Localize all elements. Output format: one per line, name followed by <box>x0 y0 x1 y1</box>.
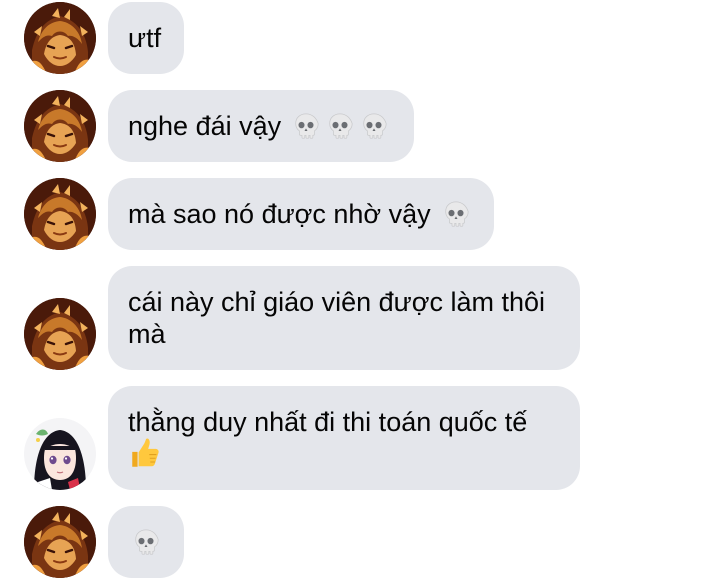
message-bubble[interactable]: thằng duy nhất đi thi toán quốc tế <box>108 386 580 490</box>
avatar[interactable] <box>24 298 96 370</box>
avatar[interactable] <box>24 178 96 250</box>
avatar[interactable] <box>24 418 96 490</box>
message-bubble[interactable]: mà sao nó được nhờ vậy <box>108 178 494 250</box>
message-text: nghe đái vậy <box>128 111 282 141</box>
skull-icon <box>325 111 355 141</box>
message-bubble[interactable] <box>108 506 184 578</box>
message-text: ưtf <box>128 23 162 53</box>
message-bubble[interactable]: nghe đái vậy <box>108 90 414 162</box>
skull-icon <box>359 111 389 141</box>
thumbs-up-icon <box>128 437 162 471</box>
skull-icon <box>291 111 321 141</box>
avatar[interactable] <box>24 90 96 162</box>
message-bubble[interactable]: ưtf <box>108 2 184 74</box>
skull-icon <box>131 527 161 557</box>
message-text: mà sao nó được nhờ vậy <box>128 199 431 229</box>
avatar[interactable] <box>24 2 96 74</box>
avatar[interactable] <box>24 506 96 578</box>
skull-icon <box>441 199 471 229</box>
message-text-line: mà <box>128 319 166 349</box>
message-text-line: thằng duy nhất đi thi toán quốc tế <box>128 407 528 437</box>
message-bubble[interactable]: cái này chỉ giáo viên được làm thôi mà <box>108 266 580 370</box>
message-text-line: cái này chỉ giáo viên được làm thôi <box>128 287 545 317</box>
